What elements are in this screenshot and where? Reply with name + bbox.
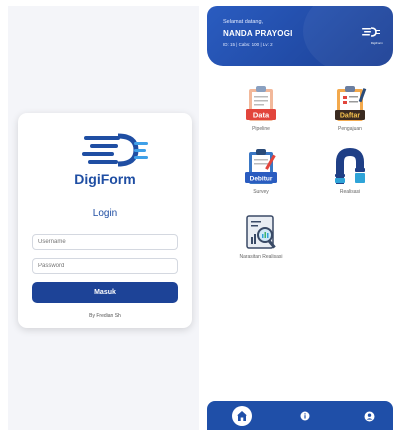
pipe-icon — [335, 148, 365, 184]
menu-item-narasitan-realisasi[interactable]: Narasitan Realisasi — [231, 213, 291, 260]
menu-label: Survey — [253, 189, 269, 195]
daftar-clipboard-icon: Daftar — [335, 86, 367, 121]
dashboard-header: Selamat datang, NANDA PRAYOGI ID: 15 | C… — [207, 6, 393, 66]
login-title: Login — [92, 208, 118, 219]
debitur-icon-label: Debitur — [250, 176, 273, 183]
login-screen: DigiForm Login Masuk By Fredian Sh — [8, 6, 199, 430]
header-logo-icon — [362, 27, 380, 37]
menu-label: Pipeline — [252, 126, 270, 132]
digiform-logo-icon — [82, 133, 148, 167]
header-logo-text: DigiForm — [370, 41, 383, 45]
nav-home-button[interactable] — [232, 406, 252, 426]
user-name: NANDA PRAYOGI — [223, 29, 293, 38]
data-icon-label: Data — [253, 111, 270, 120]
chart-search-icon — [246, 215, 276, 249]
menu-item-pipeline[interactable]: Data Pipeline — [231, 85, 291, 132]
login-submit-button[interactable]: Masuk — [32, 282, 178, 303]
login-card: DigiForm Login Masuk By Fredian Sh — [18, 113, 192, 328]
info-icon — [300, 411, 310, 421]
debitur-clipboard-icon: Debitur — [245, 149, 277, 184]
password-input[interactable] — [32, 258, 178, 274]
credit-text: By Fredian Sh — [89, 313, 121, 319]
nav-info-button[interactable] — [295, 406, 315, 426]
menu-label: Narasitan Realisasi — [239, 254, 283, 260]
menu-label: Realisasi — [339, 189, 361, 195]
nav-profile-button[interactable] — [359, 406, 379, 426]
home-icon — [237, 411, 247, 421]
menu-label: Pengajuan — [338, 126, 362, 132]
menu-item-pengajuan[interactable]: Daftar Pengajuan — [320, 85, 380, 132]
greeting-text: Selamat datang, — [223, 19, 264, 25]
profile-icon — [364, 411, 374, 421]
menu-item-realisasi[interactable]: Realisasi — [320, 148, 380, 195]
brand-name: DigiForm — [74, 171, 136, 187]
user-meta: ID: 15 | Cabs: 100 | Lv: 2 — [223, 42, 273, 47]
daftar-icon-label: Daftar — [340, 113, 361, 120]
username-input[interactable] — [32, 234, 178, 250]
bottom-nav — [207, 401, 393, 430]
screenshot-root: DigiForm Login Masuk By Fredian Sh Selam… — [0, 0, 393, 431]
menu-item-survey[interactable]: Debitur Survey — [231, 148, 291, 195]
data-clipboard-icon: Data — [246, 86, 276, 121]
dashboard-screen: Selamat datang, NANDA PRAYOGI ID: 15 | C… — [207, 6, 393, 430]
